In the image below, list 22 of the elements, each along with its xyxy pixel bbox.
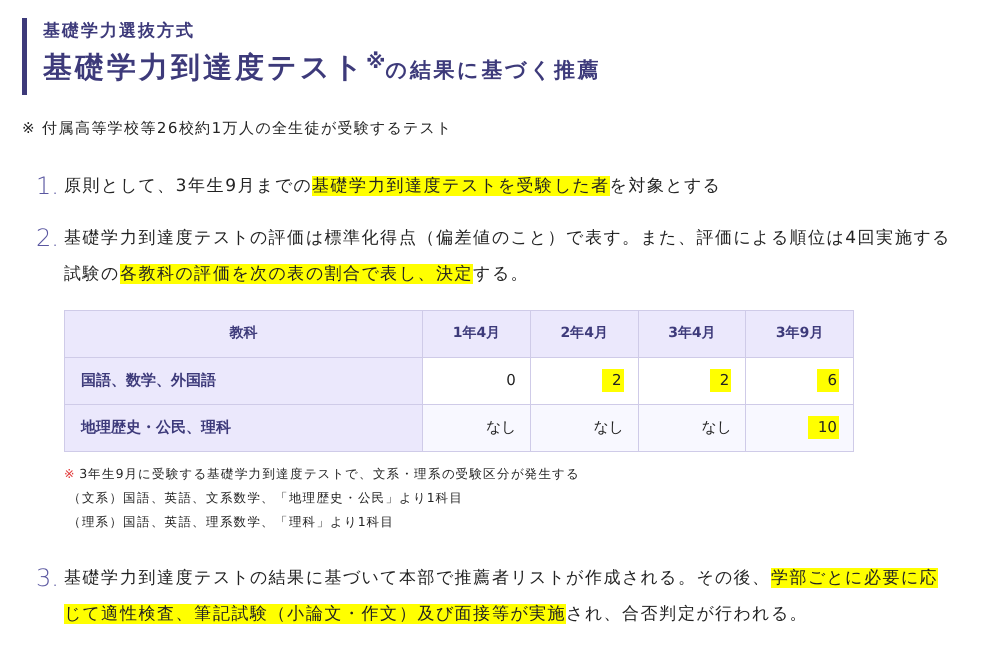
item-text: 原則として、3年生9月までの基礎学力到達度テストを受験した者 を対象とする — [64, 174, 722, 198]
table-cell: なし — [422, 404, 530, 450]
table-cell: なし — [638, 404, 746, 450]
table-cell: 6 — [745, 358, 853, 404]
table-note: ※ 3年生9月に受験する基礎学力到達度テストで、文系・理系の受験区分が発生する — [64, 464, 581, 482]
list-number: 3. — [35, 562, 60, 594]
table-note: （文系）国語、英語、文系数学、「地理歴史・公民」より1科目 — [67, 488, 464, 506]
list-number: 1. — [35, 170, 60, 202]
table-cell: 10 — [745, 404, 853, 450]
subject-cell: 地理歴史・公民、理科 — [65, 404, 422, 450]
subject-cell: 国語、数学、外国語 — [65, 358, 422, 404]
footnote: ※ 付属高等学校等26校約1万人の全生徒が受験するテスト — [22, 118, 454, 139]
table-cell: 2 — [638, 358, 746, 404]
item-text: 基礎学力到達度テストの評価は標準化得点（偏差値のこと）で表す。また、評価による順位は4回実施する試験の各教科の評価を次の表の割合で表し、決定する。 — [64, 226, 952, 286]
column-header: 教科 — [228, 324, 259, 343]
page-title: 基礎学力到達度テスト※の結果に基づく推薦 — [43, 48, 601, 86]
table-cell: なし — [530, 404, 638, 450]
item-text: 基礎学力到達度テストの結果に基づいて本部で推薦者リストが作成される。その後、学部ごとに必要に応じて適性検査、筆記試験（小論文・作文）及び面接等が実施 され、合否判定が行われる。 — [64, 566, 940, 626]
subtitle: 基礎学力選抜方式 — [43, 20, 196, 43]
list-number: 2. — [35, 222, 60, 254]
table-note: （理系）国語、英語、理系数学、「理科」より1科目 — [67, 512, 396, 530]
table-cell: 2 — [530, 358, 638, 404]
